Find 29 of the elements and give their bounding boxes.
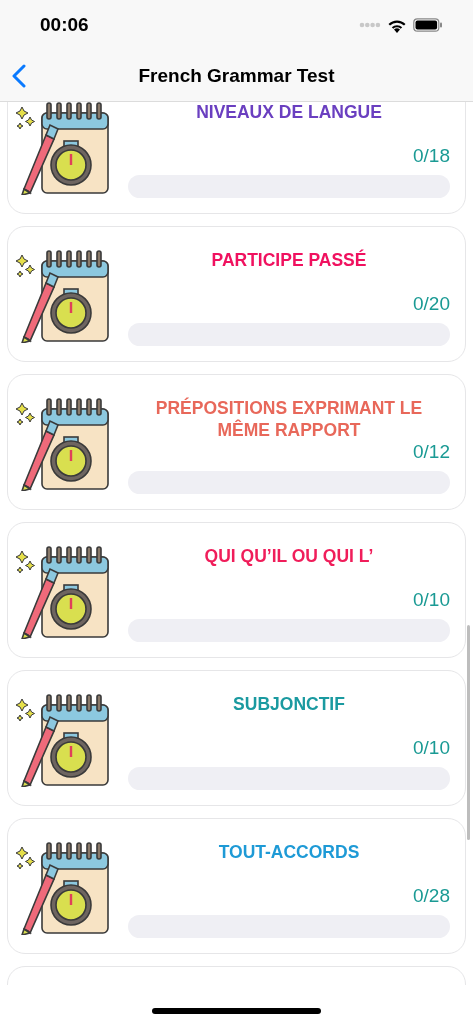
signal-icon [359,22,381,28]
notepad-timer-icon [16,543,112,639]
score-count: 0/28 [413,885,450,907]
test-card[interactable]: PRÉPOSITIONS EXPRIMANT LE MÊME RAPPORT 0/12 [7,374,466,510]
test-title: PARTICIPE PASSÉ [210,249,368,272]
score-count: 0/12 [413,441,450,463]
test-card[interactable]: TOUT-ACCORDS 0/28 [7,818,466,954]
notepad-timer-icon [16,691,112,787]
notepad-timer-icon [16,247,112,343]
notepad-timer-icon [16,395,112,491]
score-count: 0/20 [413,293,450,315]
test-card[interactable]: PARTICIPE PASSÉ 0/20 [7,226,466,362]
back-button[interactable] [10,62,28,90]
status-time: 00:06 [40,14,89,36]
test-title: QUI QU’IL OU QUI L’ [203,545,375,568]
score-count: 0/10 [413,589,450,611]
score-count: 0/10 [413,737,450,759]
test-title: PRÉPOSITIONS EXPRIMANT LE MÊME RAPPORT [154,397,424,441]
test-card[interactable]: NIVEAUX DE LANGUE 0/18 [7,102,466,214]
test-title: TOUT-ACCORDS [217,841,361,864]
test-title: NIVEAUX DE LANGUE [195,102,383,124]
nav-title: French Grammar Test [138,64,335,87]
battery-icon [413,18,443,32]
score-count: 0/18 [413,145,450,167]
test-card[interactable]: QUI QU’IL OU QUI L’ 0/10 [7,522,466,658]
test-title: SUBJONCTIF [232,693,346,716]
notepad-timer-icon [16,102,112,195]
test-card[interactable]: SUBJONCTIF 0/10 [7,670,466,806]
notepad-timer-icon [16,839,112,935]
